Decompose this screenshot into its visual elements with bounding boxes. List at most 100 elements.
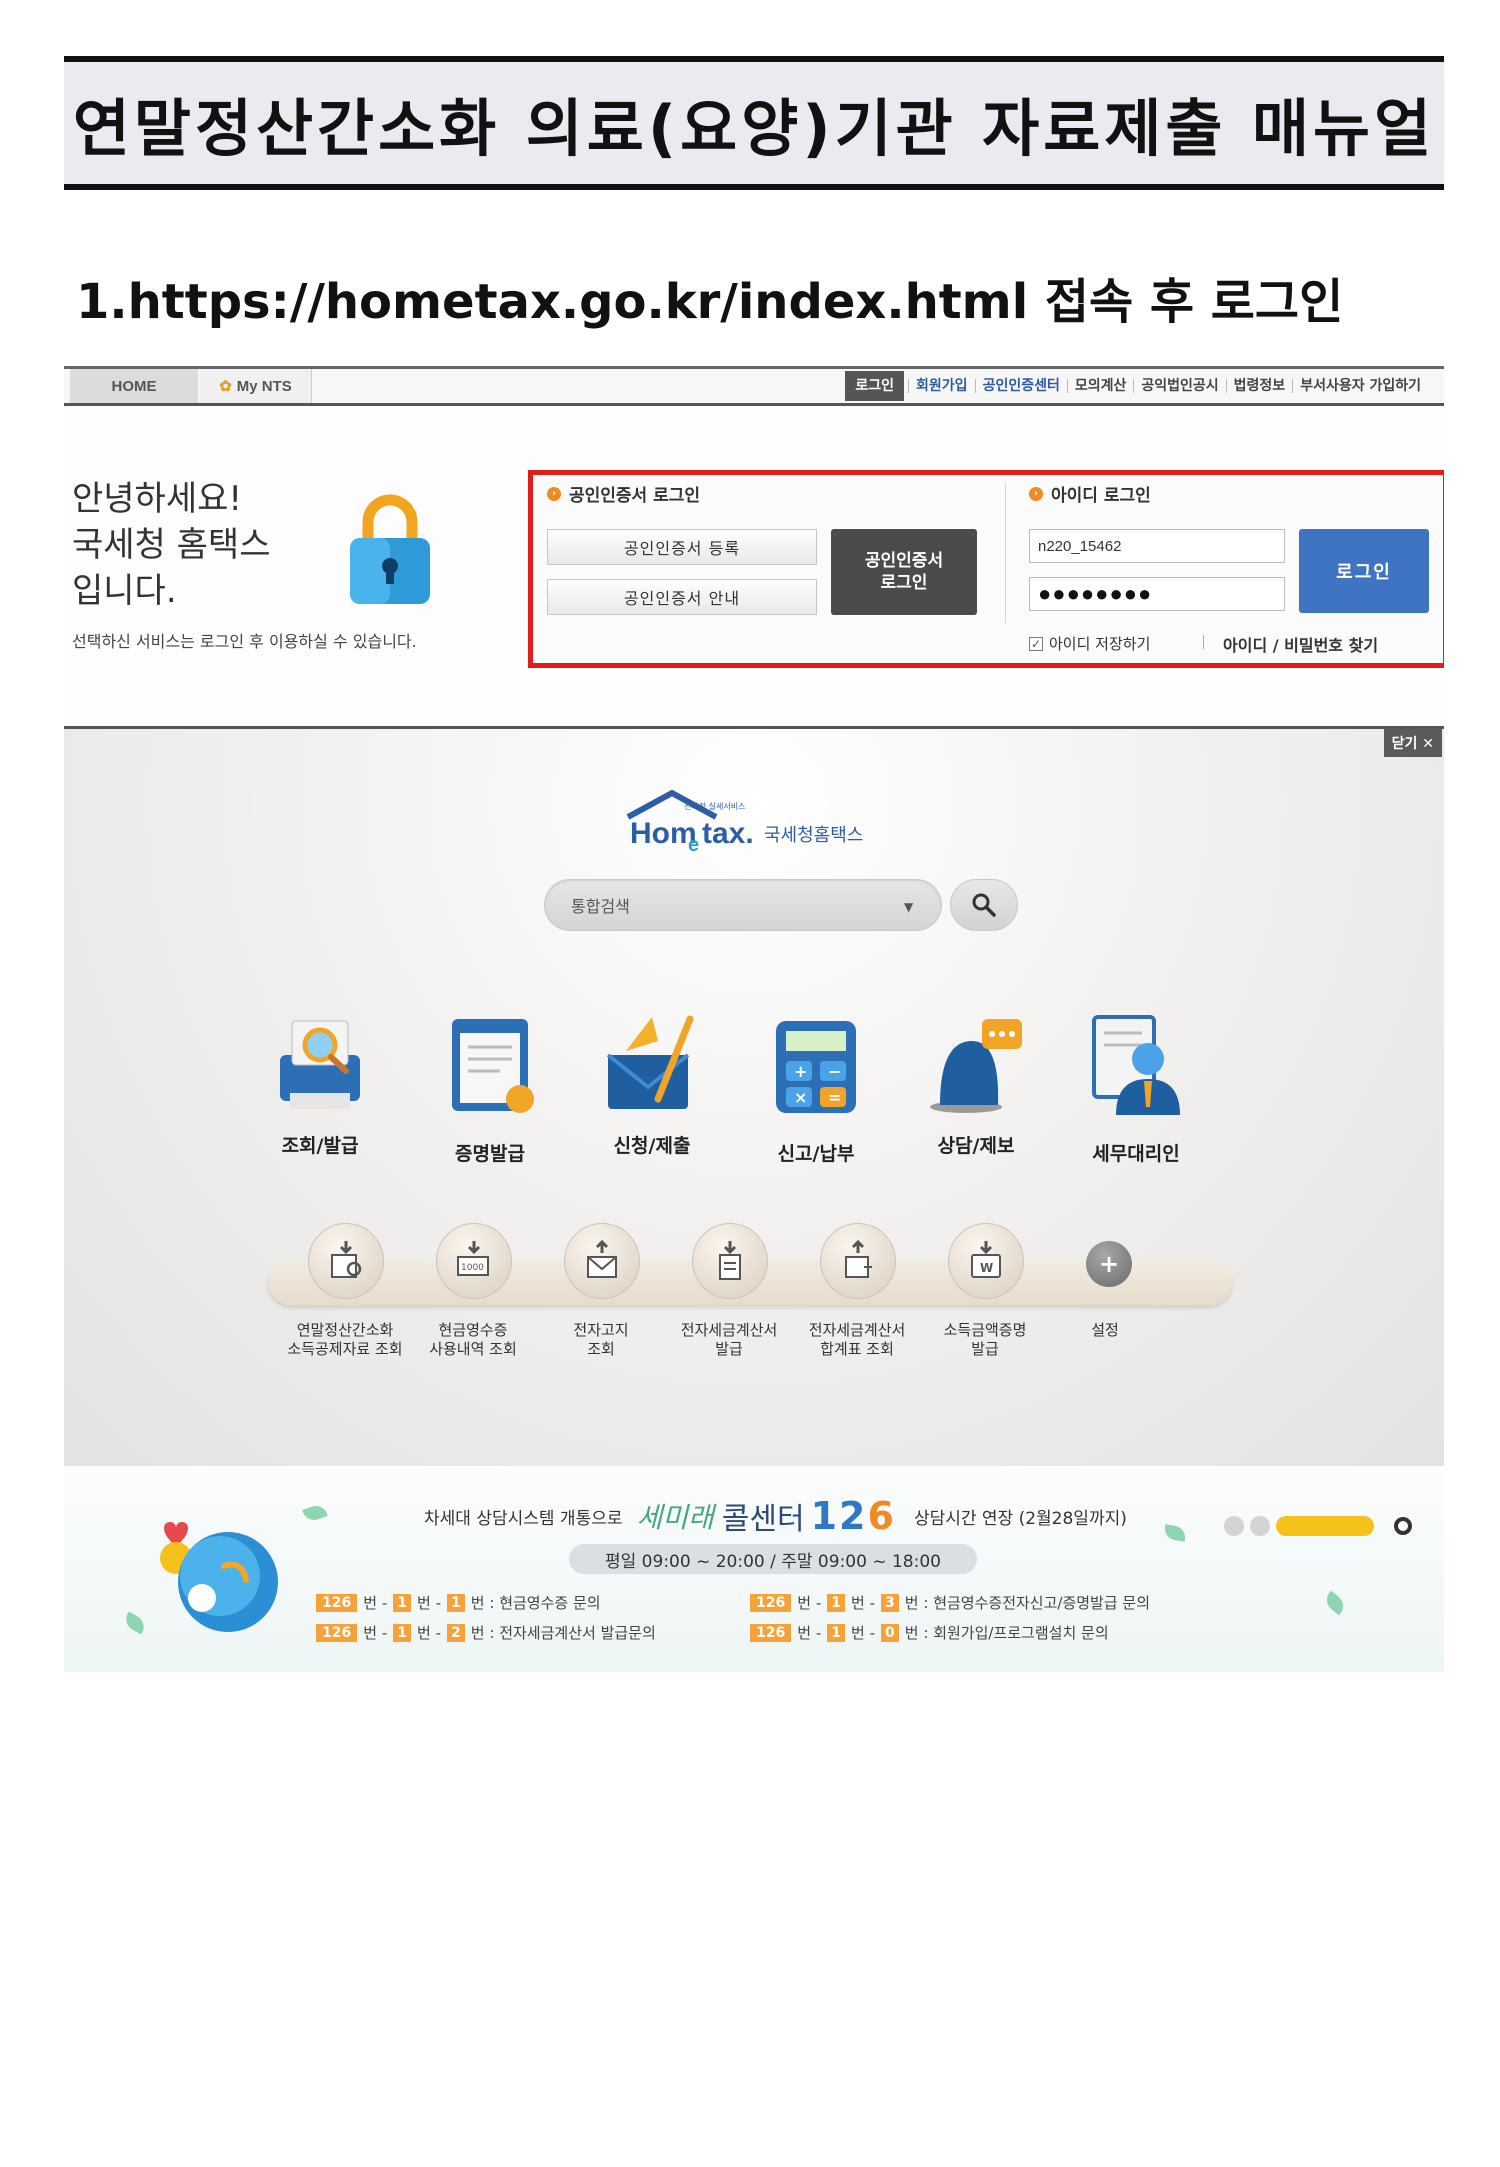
password-input[interactable]: ●●●●●●●● bbox=[1029, 577, 1285, 611]
word: 번 bbox=[904, 1594, 919, 1612]
word: 번 bbox=[363, 1594, 378, 1612]
dash: - bbox=[381, 1593, 388, 1612]
top-navigation-bar: HOME ✿ My NTS 로그인 회원가입 공인인증센터 모의계산 공익법인공… bbox=[64, 366, 1444, 406]
menu-certificate-issue[interactable]: 증명발급 bbox=[420, 1011, 560, 1191]
menu-report-pay[interactable]: + − × = 신고/납부 bbox=[746, 1011, 886, 1191]
quick-e-tax-invoice-summary[interactable]: 전자세금계산서 합계표 조회 bbox=[798, 1223, 916, 1383]
home-tab[interactable]: HOME bbox=[70, 369, 198, 403]
top-link-signup[interactable]: 회원가입 bbox=[908, 379, 975, 393]
save-id-checkbox[interactable]: ✓ 아이디 저장하기 bbox=[1029, 633, 1150, 654]
menu-inquiry-issue[interactable]: 조회/발급 bbox=[250, 1011, 390, 1191]
dash: - bbox=[381, 1623, 388, 1642]
svg-text:e: e bbox=[688, 834, 699, 856]
quick-e-notice[interactable]: 전자고지 조회 bbox=[542, 1223, 660, 1383]
cert-login-button[interactable]: 공인인증서 로그인 bbox=[831, 529, 977, 615]
num-badge: 1 bbox=[827, 1593, 845, 1612]
banner-number-part: 12 bbox=[810, 1494, 868, 1538]
quick-label-line-1: 소득금액증명 bbox=[943, 1321, 1027, 1339]
top-link-law-info[interactable]: 법령정보 bbox=[1225, 379, 1293, 393]
upload-summary-icon bbox=[820, 1223, 896, 1299]
svg-text:전자적 실세서비스: 전자적 실세서비스 bbox=[684, 801, 745, 811]
pager-active[interactable] bbox=[1276, 1516, 1374, 1536]
cert-guide-button[interactable]: 공인인증서 안내 bbox=[547, 579, 817, 615]
num-badge: 3 bbox=[881, 1593, 899, 1612]
word: 번 bbox=[797, 1594, 812, 1612]
greeting-line-2: 국세청 홈택스 bbox=[72, 525, 271, 565]
pager-play-pause-icon[interactable] bbox=[1394, 1517, 1412, 1535]
dropdown-caret-icon[interactable]: ▼ bbox=[904, 900, 913, 914]
quick-label-line-2: 사용내역 조회 bbox=[429, 1340, 517, 1358]
my-nts-label: My NTS bbox=[236, 377, 292, 395]
download-search-icon bbox=[308, 1223, 384, 1299]
search-icon bbox=[972, 893, 996, 917]
pager-dot[interactable] bbox=[1250, 1516, 1270, 1536]
svg-text:=: = bbox=[828, 1088, 841, 1107]
id-input[interactable]: n220_15462 bbox=[1029, 529, 1285, 563]
cert-login-title-text: 공인인증서 로그인 bbox=[569, 486, 701, 506]
hero-section: 닫기 ✕ 전자적 실세서비스 Hom e tax. 국세청홈택스 통합검색 ▼ bbox=[64, 726, 1444, 1466]
greeting-line-1: 안녕하세요! bbox=[72, 479, 243, 519]
dash: - bbox=[815, 1593, 822, 1612]
download-receipt-icon: 1000 bbox=[436, 1223, 512, 1299]
menu-consult-report[interactable]: 상담/제보 bbox=[906, 1011, 1046, 1191]
banner-number-126: 126 bbox=[811, 1494, 896, 1538]
search-input[interactable]: 통합검색 bbox=[544, 879, 942, 931]
word: 번 bbox=[470, 1594, 485, 1612]
word: 번 bbox=[904, 1624, 919, 1642]
quick-e-tax-invoice-issue[interactable]: 전자세금계산서 발급 bbox=[670, 1223, 788, 1383]
quick-year-end-settlement[interactable]: 연말정산간소화 소득공제자료 조회 bbox=[286, 1223, 404, 1383]
num-badge: 126 bbox=[316, 1623, 358, 1642]
leaf-decoration bbox=[1162, 1524, 1188, 1542]
call-center-banner[interactable]: 차세대 상담시스템 개통으로 세미래 콜센터 126 상담시간 연장 (2월28… bbox=[64, 1466, 1444, 1672]
num-badge: 1 bbox=[393, 1593, 411, 1612]
quick-label-line-1: 전자고지 bbox=[573, 1321, 629, 1339]
quick-label: 설정 bbox=[1036, 1321, 1174, 1340]
certificate-document-icon bbox=[452, 1019, 534, 1113]
quick-income-certificate[interactable]: W 소득금액증명 발급 bbox=[926, 1223, 1044, 1383]
quick-label-line-2: 합계표 조회 bbox=[820, 1340, 894, 1358]
envelope-pen-icon bbox=[606, 1015, 694, 1109]
id-login-button[interactable]: 로그인 bbox=[1299, 529, 1429, 613]
num-badge: 1 bbox=[447, 1593, 465, 1612]
colon: : bbox=[923, 1593, 929, 1612]
dash: - bbox=[869, 1623, 876, 1642]
cert-login-label-1: 공인인증서 bbox=[864, 551, 944, 571]
bullet-icon: › bbox=[1029, 486, 1043, 501]
bullet-icon: › bbox=[547, 486, 561, 501]
star-icon: ✿ bbox=[219, 378, 232, 395]
chat-bubble-icon bbox=[930, 1019, 1022, 1113]
menu-tax-agent[interactable]: 세무대리인 bbox=[1066, 1011, 1206, 1191]
guide-desc: 회원가입/프로그램설치 문의 bbox=[933, 1624, 1109, 1642]
quick-cash-receipt[interactable]: 1000 현금영수증 사용내역 조회 bbox=[414, 1223, 532, 1383]
search-button[interactable] bbox=[950, 879, 1018, 931]
svg-text:+: + bbox=[794, 1062, 807, 1081]
greeting: 안녕하세요! 국세청 홈택스 입니다. bbox=[72, 476, 271, 614]
menu-apply-submit[interactable]: 신청/제출 bbox=[582, 1011, 722, 1191]
quick-label: 전자세금계산서 합계표 조회 bbox=[788, 1321, 926, 1359]
top-link-cert-center[interactable]: 공인인증센터 bbox=[974, 379, 1067, 393]
pager-dot[interactable] bbox=[1224, 1516, 1244, 1536]
banner-brand-semirae: 세미래 bbox=[636, 1501, 714, 1534]
my-nts-tab[interactable]: ✿ My NTS bbox=[200, 369, 312, 403]
top-link-dept-user-signup[interactable]: 부서사용자 가입하기 bbox=[1292, 379, 1428, 393]
close-button[interactable]: 닫기 ✕ bbox=[1383, 729, 1442, 757]
top-link-login[interactable]: 로그인 bbox=[845, 371, 905, 401]
quick-label-line-2: 소득공제자료 조회 bbox=[287, 1340, 403, 1358]
top-link-public-corp[interactable]: 공익법인공시 bbox=[1133, 379, 1225, 393]
find-id-password-link[interactable]: 아이디 / 비밀번호 찾기 bbox=[1223, 632, 1378, 656]
quick-label-line-2: 발급 bbox=[971, 1340, 999, 1358]
svg-text:W: W bbox=[980, 1261, 993, 1275]
agent-person-icon bbox=[1092, 1015, 1180, 1115]
upload-mail-icon bbox=[564, 1223, 640, 1299]
banner-hours: 평일 09:00 ~ 20:00 / 주말 09:00 ~ 18:00 bbox=[569, 1544, 977, 1574]
quick-label: 연말정산간소화 소득공제자료 조회 bbox=[276, 1321, 414, 1359]
top-link-mock-calc[interactable]: 모의계산 bbox=[1066, 379, 1134, 393]
word: 번 bbox=[363, 1624, 378, 1642]
cert-login-label-2: 로그인 bbox=[880, 573, 928, 593]
hometax-screenshot: HOME ✿ My NTS 로그인 회원가입 공인인증센터 모의계산 공익법인공… bbox=[64, 366, 1444, 1672]
divider bbox=[1203, 635, 1204, 649]
banner-extended: 상담시간 연장 (2월28일까지) bbox=[913, 1508, 1127, 1529]
hometax-logo: 전자적 실세서비스 Hom e tax. 국세청홈택스 bbox=[626, 789, 863, 856]
cert-register-button[interactable]: 공인인증서 등록 bbox=[547, 529, 817, 565]
quick-settings[interactable]: + 설정 bbox=[1046, 1223, 1164, 1383]
